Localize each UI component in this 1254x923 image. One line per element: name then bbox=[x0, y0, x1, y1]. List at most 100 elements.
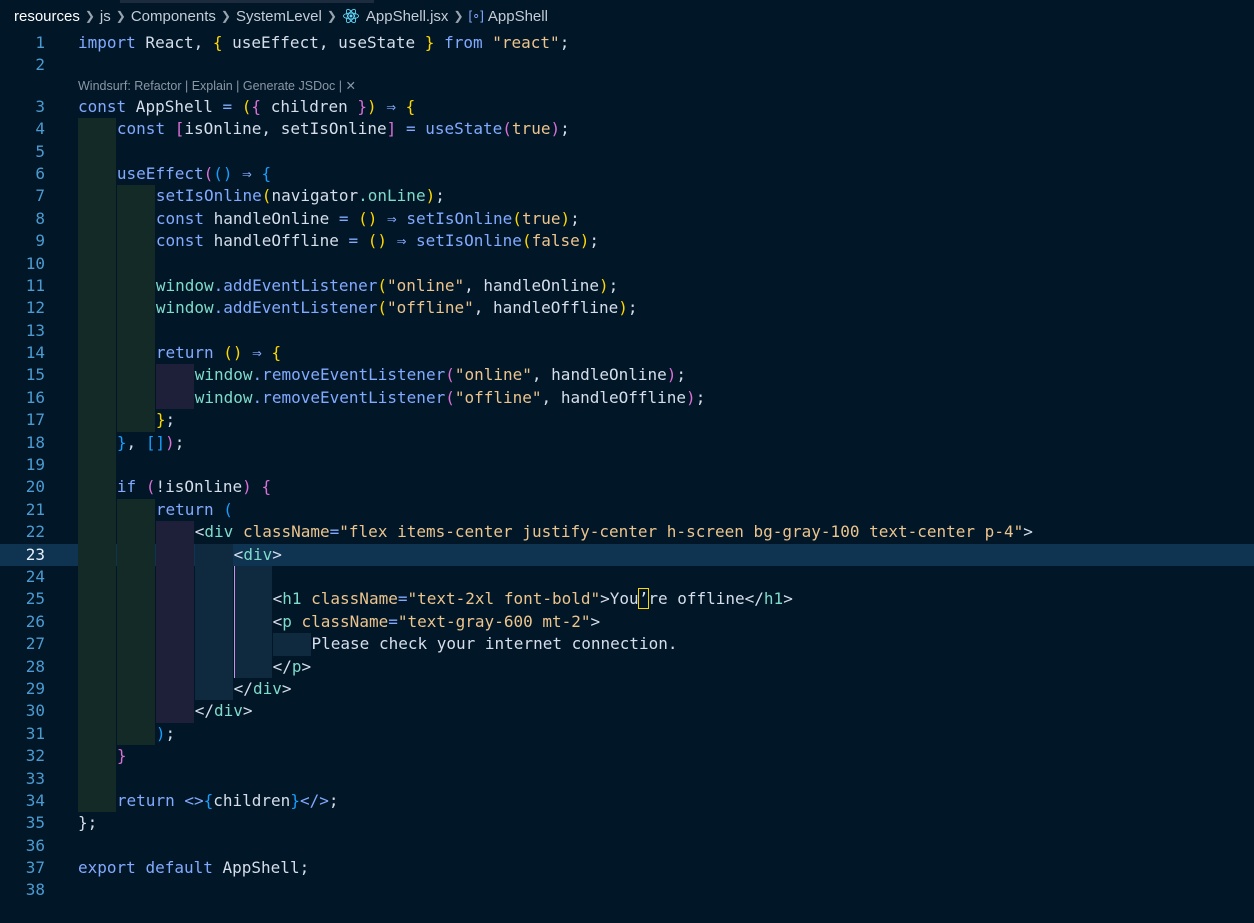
code-line[interactable]: 34 return <>{children}</>; bbox=[0, 789, 1254, 813]
code-token: ; bbox=[165, 410, 176, 430]
code-token: > bbox=[301, 656, 312, 676]
breadcrumb-item-js[interactable]: js bbox=[100, 8, 111, 25]
code-line[interactable]: 35}; bbox=[0, 812, 1254, 834]
code-token: .removeEventListener bbox=[252, 387, 446, 407]
code-line[interactable]: 5 bbox=[0, 140, 1254, 163]
code-line[interactable]: 24 bbox=[0, 565, 1254, 589]
code-line[interactable]: 28 </p> bbox=[0, 655, 1254, 678]
code-line[interactable]: 15 window.removeEventListener("online", h… bbox=[0, 364, 1254, 387]
code-text: window.removeEventListener("online", han… bbox=[195, 364, 686, 386]
line-number: 10 bbox=[25, 253, 45, 273]
line-number: 15 bbox=[25, 365, 45, 385]
line-number: 6 bbox=[35, 163, 45, 183]
code-token: return bbox=[116, 790, 175, 810]
code-line[interactable]: 8 const handleOnline = () ⇒ setIsOnline(t… bbox=[0, 207, 1254, 231]
code-token: ) bbox=[165, 432, 175, 452]
code-line[interactable]: 32} bbox=[0, 745, 1254, 768]
line-number: 22 bbox=[25, 522, 45, 542]
code-token: ) bbox=[242, 477, 252, 497]
code-text: const AppShell = ({ children }) ⇒ { bbox=[78, 96, 415, 118]
code-text: <div> bbox=[234, 544, 282, 566]
code-line[interactable]: 23 <div> bbox=[0, 543, 1254, 566]
code-token: setIsOnline bbox=[155, 186, 262, 206]
code-line[interactable]: 22 <div className="flex items-center just… bbox=[0, 521, 1254, 544]
code-token: You bbox=[609, 589, 639, 609]
code-token: ) bbox=[598, 275, 609, 295]
code-line[interactable]: 13 bbox=[0, 319, 1254, 343]
code-token: ; bbox=[165, 723, 176, 743]
code-line[interactable]: 3 const AppShell = ({ children }) ⇒ { bbox=[0, 96, 1254, 118]
code-line[interactable]: 20 if (!isOnline) { bbox=[0, 476, 1254, 499]
code-token: ; bbox=[174, 432, 185, 452]
code-line[interactable]: 19 bbox=[0, 454, 1254, 477]
code-token: return bbox=[155, 499, 214, 519]
code-line[interactable]: 27 Please check your internet connection. bbox=[0, 633, 1254, 656]
code-token: className bbox=[301, 611, 389, 631]
code-text: }; bbox=[78, 812, 97, 834]
line-number: 33 bbox=[25, 768, 45, 788]
code-line[interactable]: 17}; bbox=[0, 409, 1254, 432]
code-line[interactable]: 2 bbox=[0, 54, 1254, 76]
code-token: ; bbox=[608, 275, 619, 295]
code-editor[interactable]: 1 import React, { useEffect, useState } f… bbox=[0, 32, 1254, 902]
breadcrumb-item-symbol[interactable]: AppShell bbox=[488, 8, 548, 25]
line-number: 25 bbox=[25, 589, 45, 609]
code-token: </> bbox=[299, 790, 329, 810]
code-line[interactable]: 21 return ( bbox=[0, 498, 1254, 522]
indent-guide bbox=[233, 655, 272, 678]
code-line[interactable]: 11 window.addEventListener("online", hand… bbox=[0, 274, 1254, 298]
code-token: true bbox=[511, 119, 551, 139]
line-number: 18 bbox=[25, 432, 45, 452]
indent-guide bbox=[155, 543, 194, 566]
code-line[interactable]: 36 bbox=[0, 835, 1254, 857]
code-line[interactable]: 37 export default AppShell; bbox=[0, 857, 1254, 879]
code-text: </div> bbox=[234, 678, 292, 700]
codelens-actions[interactable]: Windsurf: Refactor | Explain | Generate … bbox=[78, 77, 356, 96]
code-line[interactable]: 31); bbox=[0, 722, 1254, 746]
code-line[interactable]: 14 return () ⇒ { bbox=[0, 342, 1254, 365]
code-line[interactable]: 1 import React, { useEffect, useState } f… bbox=[0, 32, 1254, 54]
code-line[interactable]: 25 <h1 className="text-2xl font-bold">You… bbox=[0, 588, 1254, 611]
indent-guide bbox=[116, 319, 155, 343]
code-line[interactable]: 10 bbox=[0, 252, 1254, 275]
breadcrumb-item-file[interactable]: AppShell.jsx bbox=[366, 8, 449, 25]
indent-guide bbox=[116, 364, 155, 387]
code-token: < bbox=[194, 522, 205, 542]
code-line[interactable]: 26 <p className="text-gray-600 mt-2"> bbox=[0, 610, 1254, 634]
indent-guide bbox=[78, 722, 116, 746]
code-token: [ bbox=[174, 119, 185, 139]
code-text: ); bbox=[156, 723, 175, 745]
code-token: } bbox=[424, 33, 435, 52]
breadcrumb-item-components[interactable]: Components bbox=[131, 8, 216, 25]
code-text: window.removeEventListener("offline", ha… bbox=[195, 387, 706, 409]
code-text: }; bbox=[156, 409, 175, 431]
code-line[interactable]: 38 bbox=[0, 879, 1254, 901]
code-text: <p className="text-gray-600 mt-2"> bbox=[273, 611, 601, 633]
code-line[interactable]: 9 const handleOffline = () ⇒ setIsOnline(… bbox=[0, 230, 1254, 253]
line-number: 30 bbox=[25, 701, 45, 721]
line-number: 38 bbox=[25, 880, 45, 900]
code-line[interactable]: 16 window.removeEventListener("offline", … bbox=[0, 386, 1254, 410]
code-token: ⇒ bbox=[252, 343, 262, 363]
indent-guide bbox=[233, 565, 272, 589]
code-line[interactable]: 12 window.addEventListener("offline", han… bbox=[0, 297, 1254, 320]
code-token: { bbox=[203, 790, 214, 810]
code-token: ; bbox=[328, 790, 339, 810]
code-line[interactable]: 33 bbox=[0, 767, 1254, 790]
breadcrumb-item-resources[interactable]: resources bbox=[14, 8, 80, 25]
code-token: ) bbox=[560, 208, 571, 228]
code-line[interactable]: 4 const [isOnline, setIsOnline] = useStat… bbox=[0, 118, 1254, 141]
code-line[interactable]: 30 </div> bbox=[0, 700, 1254, 723]
code-line[interactable]: 29 </div> bbox=[0, 677, 1254, 701]
code-line[interactable]: 7 setIsOnline(navigator.onLine); bbox=[0, 185, 1254, 208]
code-line[interactable]: 18}, []); bbox=[0, 431, 1254, 455]
indent-guide bbox=[78, 431, 116, 455]
breadcrumb-item-systemlevel[interactable]: SystemLevel bbox=[236, 8, 322, 25]
code-line[interactable]: 6 useEffect(() ⇒ { bbox=[0, 162, 1254, 186]
